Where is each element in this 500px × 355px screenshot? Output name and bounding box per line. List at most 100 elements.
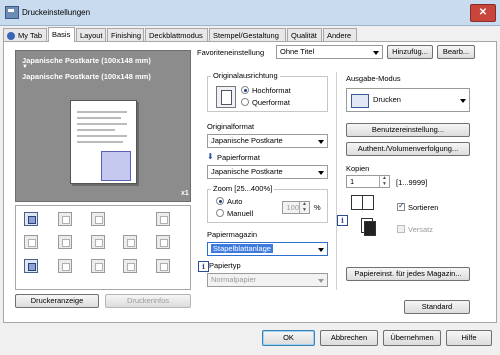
- preview-original-size: Japanische Postkarte (100x148 mm): [22, 56, 151, 65]
- printer-view-button[interactable]: Druckeranzeige: [15, 294, 99, 308]
- combine-icon[interactable]: [91, 212, 105, 226]
- tab-bar: My Tab Basis Layout Finishing Deckblattm…: [3, 27, 497, 42]
- tab-cover-mode[interactable]: Deckblattmodus: [145, 28, 208, 41]
- portrait-label: Hochformat: [252, 86, 291, 95]
- layout-icon[interactable]: [58, 235, 72, 249]
- standard-button[interactable]: Standard: [404, 300, 470, 314]
- copies-value: 1: [350, 177, 355, 186]
- chevron-down-icon: [318, 140, 324, 144]
- tab-stamp-design[interactable]: Stempel/Gestaltung: [209, 28, 286, 41]
- preview-page: [70, 100, 137, 184]
- original-format-select[interactable]: Japanische Postkarte: [207, 134, 328, 148]
- tab-my-tab[interactable]: My Tab: [3, 28, 47, 41]
- printer-info-button: Druckerinfos: [105, 294, 191, 308]
- secure-print-icon[interactable]: [123, 259, 137, 273]
- tab-other[interactable]: Andere: [323, 28, 357, 41]
- function-icon-panel: [15, 205, 191, 290]
- paper-tray-select[interactable]: Stapelblattanlage: [207, 242, 328, 256]
- duplex-icon[interactable]: [58, 212, 72, 226]
- favorites-select[interactable]: Ohne Titel: [276, 45, 383, 59]
- print-mode-icon[interactable]: [24, 212, 38, 226]
- output-mode-value: Drucken: [373, 95, 401, 104]
- paper-format-select[interactable]: Japanische Postkarte: [207, 165, 328, 179]
- zoom-title: Zoom [25...400%]: [211, 184, 275, 193]
- tab-label: Basis: [52, 30, 71, 39]
- favorites-label: Favoriteneinstellung: [197, 48, 265, 57]
- tab-quality[interactable]: Qualität: [287, 28, 322, 41]
- printer-app-icon: [5, 6, 19, 19]
- chevron-down-icon: [318, 279, 324, 283]
- copies-label: Kopien: [346, 164, 370, 173]
- zoom-value-field: 100 ▲ ▼: [282, 201, 310, 214]
- window-title: Druckeinstellungen: [22, 8, 91, 17]
- paper-format-label: Papierformat: [217, 153, 260, 162]
- stamp-icon[interactable]: [156, 235, 170, 249]
- paper-tray-value: Stapelblattanlage: [211, 244, 273, 253]
- preview-arrow-icon: ▼: [22, 64, 28, 70]
- chevron-down-icon: [460, 99, 466, 103]
- printer-icon: [351, 94, 369, 108]
- copies-field[interactable]: 1 ▲ ▼: [346, 175, 390, 188]
- staple-icon[interactable]: [156, 212, 170, 226]
- user-auth-icon[interactable]: [58, 259, 72, 273]
- info-icon[interactable]: i: [337, 215, 348, 226]
- tab-label: Layout: [80, 31, 103, 40]
- copy-icon[interactable]: [24, 235, 38, 249]
- output-mode-label: Ausgabe-Modus: [346, 74, 401, 83]
- zoom-auto-label: Auto: [227, 197, 243, 206]
- tray-settings-button[interactable]: Papiereinst. für jedes Magazin...: [346, 267, 470, 281]
- chevron-down-icon: [318, 171, 324, 175]
- offset-checkbox: [397, 225, 405, 233]
- original-format-value: Japanische Postkarte: [211, 136, 283, 145]
- preview-graphic: [101, 151, 131, 181]
- paper-type-label: Papiertyp: [209, 261, 241, 270]
- paper-tray-label: Papiermagazin: [207, 230, 258, 239]
- arrow-down-icon: ⬇: [207, 152, 214, 161]
- tab-finishing[interactable]: Finishing: [107, 28, 144, 41]
- authentication-button[interactable]: Authent./Volumenverfolgung...: [346, 142, 470, 156]
- copies-badge: x1: [181, 190, 189, 197]
- paper-format-value: Japanische Postkarte: [211, 167, 283, 176]
- title-bar: Druckeinstellungen ✕: [0, 0, 500, 26]
- tab-label: My Tab: [18, 31, 43, 40]
- collate-checkbox[interactable]: [397, 201, 405, 211]
- zoom-manual-label: Manuell: [227, 209, 254, 218]
- close-window-button[interactable]: ✕: [470, 4, 496, 22]
- save-box-icon[interactable]: [156, 259, 170, 273]
- tab-layout[interactable]: Layout: [76, 28, 106, 41]
- tab-label: Deckblattmodus: [149, 31, 203, 40]
- portrait-radio[interactable]: [241, 86, 249, 94]
- vertical-divider: [336, 72, 337, 290]
- original-format-label: Originalformat: [207, 122, 255, 131]
- zoom-manual-radio[interactable]: [216, 209, 224, 217]
- help-button[interactable]: Hilfe: [446, 330, 492, 346]
- zoom-auto-radio[interactable]: [216, 197, 224, 205]
- zoom-value: 100: [286, 203, 299, 212]
- chevron-down-icon: [318, 248, 324, 252]
- add-favorite-button[interactable]: Hinzufüg...: [387, 45, 433, 59]
- zoom-unit: %: [314, 203, 321, 212]
- font-icon[interactable]: [91, 235, 105, 249]
- copies-range: [1...9999]: [396, 178, 428, 187]
- landscape-radio[interactable]: [241, 98, 249, 106]
- edit-favorite-button[interactable]: Bearb...: [437, 45, 475, 59]
- tab-label: Finishing: [111, 31, 142, 40]
- collate-pages-icon: [351, 195, 374, 213]
- output-mode-select[interactable]: Drucken: [346, 88, 470, 112]
- favorites-value: Ohne Titel: [280, 47, 315, 56]
- info-icon[interactable]: i: [198, 261, 209, 272]
- user-settings-button[interactable]: Benutzereinstellung...: [346, 123, 470, 137]
- tab-basis[interactable]: Basis: [48, 27, 75, 42]
- tab-label: Andere: [327, 31, 352, 40]
- portrait-page-icon: [216, 86, 236, 108]
- overlay-icon[interactable]: [123, 235, 137, 249]
- paper-type-value: Normalpapier: [211, 275, 257, 284]
- account-icon[interactable]: [91, 259, 105, 273]
- color-icon[interactable]: [24, 259, 38, 273]
- offset-pages-icon: [361, 218, 376, 236]
- offset-label: Versatz: [408, 225, 434, 234]
- cancel-button[interactable]: Abbrechen: [320, 330, 378, 346]
- collate-label: Sortieren: [408, 203, 439, 212]
- ok-button[interactable]: OK: [262, 330, 315, 346]
- apply-button[interactable]: Übernehmen: [383, 330, 441, 346]
